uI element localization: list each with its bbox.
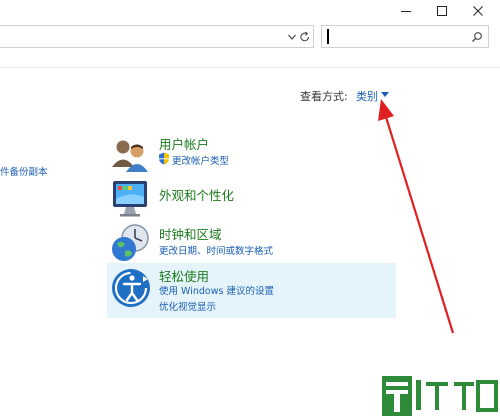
ease-of-access-icon: [112, 269, 150, 307]
toolbar-divider: [0, 67, 500, 68]
text-caret: [327, 29, 329, 44]
maximize-icon: [437, 6, 447, 16]
address-dropdown-button[interactable]: [285, 30, 299, 44]
minimize-icon: [401, 11, 411, 12]
category-user-accounts-title[interactable]: 用户帐户: [159, 134, 209, 153]
change-account-type-link[interactable]: 更改帐户类型: [172, 153, 229, 167]
search-button[interactable]: [470, 30, 484, 44]
user-accounts-icon: [112, 140, 148, 172]
left-panel-link[interactable]: 件备份副本: [0, 164, 48, 178]
view-by-label: 查看方式:: [300, 90, 348, 103]
search-input[interactable]: [321, 25, 489, 48]
close-icon: [473, 6, 483, 16]
maximize-button[interactable]: [422, 0, 462, 22]
category-clock-region-title[interactable]: 时钟和区域: [159, 224, 222, 243]
close-button[interactable]: [458, 0, 498, 22]
change-date-time-format-link[interactable]: 更改日期、时间或数字格式: [159, 243, 273, 257]
chevron-down-icon: [288, 34, 296, 40]
annotation-arrow: [378, 99, 455, 334]
category-appearance-title[interactable]: 外观和个性化: [159, 185, 234, 204]
site-watermark-logo: [382, 376, 498, 416]
address-bar[interactable]: [0, 25, 314, 48]
uac-shield-icon: [159, 152, 169, 165]
optimize-visual-display-link[interactable]: 优化视觉显示: [159, 299, 216, 313]
refresh-icon: [300, 31, 310, 42]
use-recommended-settings-link[interactable]: 使用 Windows 建议的设置: [159, 283, 274, 297]
appearance-personalization-icon: [113, 181, 147, 217]
minimize-button[interactable]: [386, 0, 426, 22]
refresh-button[interactable]: [298, 30, 312, 44]
search-icon: [472, 32, 482, 42]
clock-region-icon: [112, 224, 149, 261]
